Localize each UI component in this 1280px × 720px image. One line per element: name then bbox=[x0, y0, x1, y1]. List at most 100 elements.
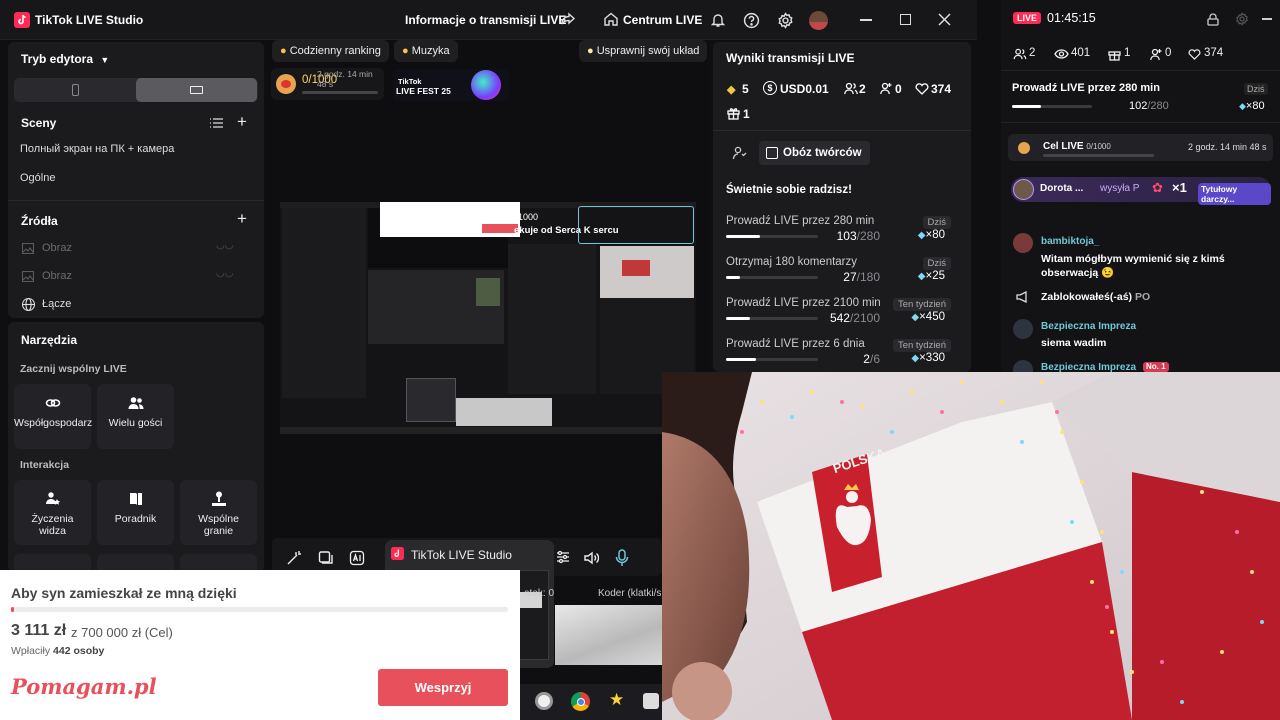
app-icon[interactable] bbox=[535, 692, 553, 710]
close-icon[interactable] bbox=[938, 13, 951, 26]
lock-icon[interactable] bbox=[1207, 13, 1219, 26]
screen-capture-preview: 1000 ekuje od Serca K sercu bbox=[280, 202, 696, 434]
reward-value: ×330 bbox=[919, 352, 945, 364]
task-progress: 542/2100 bbox=[818, 311, 880, 325]
list-icon[interactable] bbox=[210, 118, 223, 128]
dollar-icon: $ bbox=[763, 81, 777, 95]
chat-username[interactable]: Bezpieczna Impreza bbox=[1041, 321, 1136, 332]
settings-gear-icon[interactable] bbox=[777, 12, 794, 29]
task-total: /280 bbox=[856, 229, 880, 243]
task-total: /180 bbox=[856, 270, 880, 284]
tile-label: Poradnik bbox=[114, 513, 157, 525]
guide-tile[interactable]: Poradnik bbox=[97, 480, 174, 545]
task-period-tag: Ten tydzień bbox=[892, 339, 951, 352]
daily-ranking-button[interactable]: ● Codzienny ranking bbox=[272, 40, 389, 62]
avatar[interactable] bbox=[809, 11, 828, 30]
add-source-icon[interactable]: + bbox=[237, 210, 247, 227]
task-row: Prowadź LIVE przez 6 dnia Ten tydzień 2/6 ◆… bbox=[726, 338, 961, 372]
minimize-icon[interactable] bbox=[860, 19, 872, 21]
reward-value: ×450 bbox=[919, 311, 945, 323]
gifter-avatar bbox=[1013, 179, 1034, 200]
live-goal-widget: 0/1000 2 godz. 14 min 48 s bbox=[271, 68, 384, 100]
box-app-icon[interactable] bbox=[643, 693, 659, 709]
tile-label: Wielu gości bbox=[108, 417, 163, 429]
chat-username[interactable]: bambiktoja_ bbox=[1041, 236, 1099, 247]
equalizer-icon[interactable] bbox=[556, 550, 570, 564]
goal-progress-bar bbox=[302, 91, 378, 94]
task-title: Prowadź LIVE przez 280 min bbox=[1012, 82, 1160, 94]
task-row: Prowadź LIVE przez 280 min Dziś 103/280 ◆×8… bbox=[726, 215, 961, 253]
gem-icon: ◆ bbox=[1239, 101, 1246, 111]
joystick-icon bbox=[210, 490, 228, 508]
help-icon[interactable] bbox=[743, 12, 760, 29]
tile-label: Wspólne granie bbox=[198, 513, 239, 537]
play-together-tile[interactable]: Wspólne granie bbox=[180, 480, 257, 545]
viewer-wishes-tile[interactable]: Życzenia widza bbox=[14, 480, 91, 545]
multi-guest-tile[interactable]: Wielu gości bbox=[97, 384, 174, 449]
rose-icon: ✿ bbox=[1152, 180, 1163, 195]
minimize-icon[interactable] bbox=[1262, 12, 1272, 20]
person-icon[interactable] bbox=[732, 145, 748, 161]
live-fest-banner: TikTok LIVE FEST 25 bbox=[393, 69, 509, 101]
pill-label: Usprawnij swój układ bbox=[596, 45, 700, 57]
cohost-tile[interactable]: Współgospodarz bbox=[14, 384, 92, 449]
source-item[interactable]: Łącze bbox=[22, 298, 258, 314]
hidden-eye-icon[interactable]: ◡◡ bbox=[216, 240, 233, 251]
task-total: /280 bbox=[1147, 100, 1169, 112]
speaker-icon[interactable] bbox=[583, 550, 599, 566]
scene-item[interactable]: Полный экран на ПК + камера bbox=[20, 143, 174, 155]
star-app-icon[interactable]: ★ bbox=[609, 690, 624, 710]
reward-value: ×80 bbox=[925, 229, 945, 241]
collab-section-title: Zacznij wspólny LIVE bbox=[20, 363, 127, 375]
system-text: Zablokowałeś(-aś) bbox=[1041, 291, 1133, 303]
task-reward: ◆×25 bbox=[918, 270, 945, 282]
fest-label: LIVE FEST 25 bbox=[396, 86, 451, 96]
creator-camp-button[interactable]: Obóz twórców bbox=[759, 141, 870, 165]
tile-label: Życzenia widza bbox=[31, 513, 74, 537]
live-center-button[interactable]: Centrum LIVE bbox=[623, 13, 702, 27]
status-text: Koder (klatki/s bbox=[598, 588, 662, 599]
live-stats-row: 2 401 1 0 374 bbox=[1013, 47, 1273, 62]
magic-icon[interactable] bbox=[286, 550, 302, 566]
media-icon[interactable] bbox=[318, 550, 334, 566]
hidden-eye-icon[interactable]: ◡◡ bbox=[216, 268, 233, 279]
editor-mode-dropdown[interactable]: Tryb edytora ▼ bbox=[21, 52, 109, 66]
maximize-icon[interactable] bbox=[900, 14, 911, 25]
reward-value: ×25 bbox=[925, 270, 945, 282]
stream-info-title[interactable]: Informacje o transmisji LIVE bbox=[405, 13, 566, 27]
tools-panel: Narzędzia Zacznij wspólny LIVE Współgosp… bbox=[8, 322, 264, 572]
top-donor-badge: Tytułowy darczy... bbox=[1198, 183, 1271, 205]
microphone-icon[interactable] bbox=[615, 549, 629, 567]
chrome-icon[interactable] bbox=[571, 692, 590, 711]
settings-gear-icon[interactable] bbox=[1235, 12, 1249, 26]
live-timer: 01:45:15 bbox=[1047, 11, 1096, 25]
task-done: 102 bbox=[1129, 100, 1148, 112]
task-period-tag: Dziś bbox=[922, 216, 951, 229]
task-progress: 2/6 bbox=[818, 352, 880, 366]
followers-value: 0 bbox=[1165, 47, 1172, 59]
home-icon[interactable] bbox=[603, 11, 619, 27]
stream-stats-panel: Wyniki transmisji LIVE ◆ 5 $ USD0.01 2 0… bbox=[713, 42, 971, 372]
music-button[interactable]: ● Muzyka bbox=[394, 40, 458, 62]
improve-layout-button[interactable]: ● Usprawnij swój układ bbox=[579, 40, 708, 62]
bulb-icon: ● bbox=[587, 45, 594, 57]
support-button[interactable]: Wesprzyj bbox=[378, 669, 508, 706]
goal-timer: 2 godz. 14 min 48 s bbox=[1188, 142, 1267, 152]
pill-label: Codzienny ranking bbox=[289, 45, 381, 57]
add-scene-icon[interactable]: + bbox=[237, 113, 247, 130]
task-progress-bar bbox=[726, 358, 818, 361]
scene-item[interactable]: Ogólne bbox=[20, 172, 55, 184]
donation-widget: Aby syn zamieszkał ze mną dzięki 3 111 z… bbox=[0, 570, 520, 720]
source-item[interactable]: Obraz ◡◡ bbox=[22, 240, 258, 258]
heart-icon bbox=[915, 83, 929, 95]
ai-icon[interactable] bbox=[349, 550, 365, 566]
share-icon[interactable] bbox=[560, 11, 578, 29]
landscape-option[interactable] bbox=[136, 78, 257, 102]
gifter-name: Dorota ... bbox=[1040, 183, 1084, 194]
fest-globe-icon bbox=[471, 70, 501, 100]
task-row: Otrzymaj 180 komentarzy Dziś 27/180 ◆×25 bbox=[726, 256, 961, 294]
app-title: TikTok LIVE Studio bbox=[35, 13, 144, 27]
bell-icon[interactable] bbox=[710, 12, 726, 28]
portrait-icon[interactable] bbox=[72, 84, 79, 96]
source-item[interactable]: Obraz ◡◡ bbox=[22, 268, 258, 286]
